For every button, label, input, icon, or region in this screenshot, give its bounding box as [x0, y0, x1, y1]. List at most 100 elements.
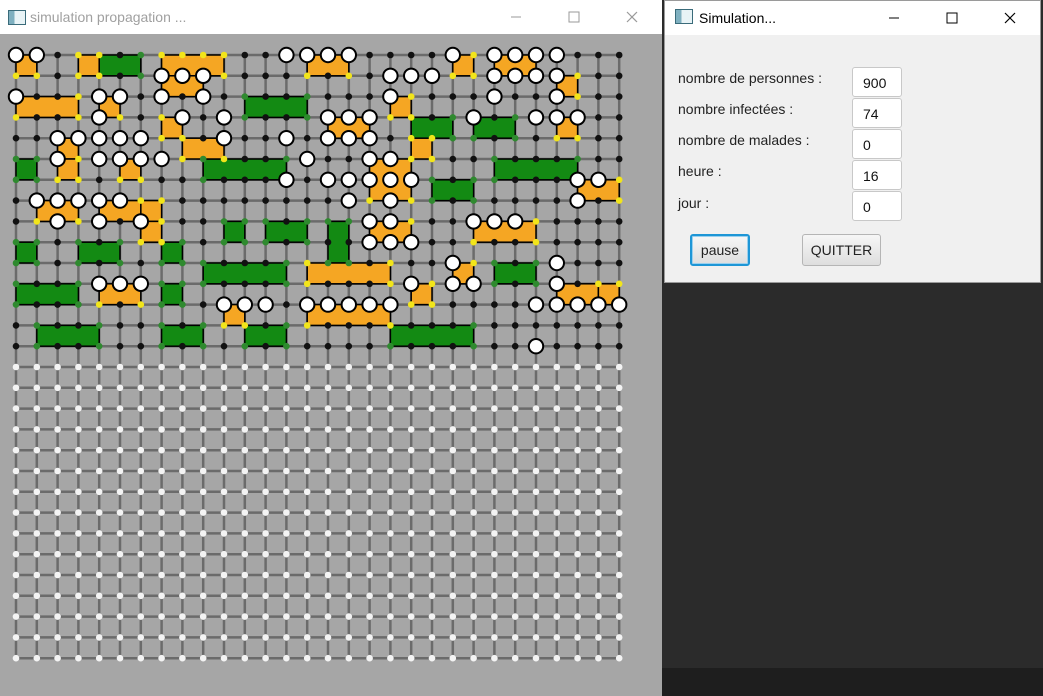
grid-node: [179, 176, 186, 184]
green-node: [199, 176, 207, 184]
field-nombre-infectees[interactable]: 74: [852, 98, 902, 128]
field-heure[interactable]: 16: [852, 160, 902, 190]
grid-node: [199, 426, 207, 433]
person-marker: [548, 109, 565, 126]
pause-button[interactable]: pause: [690, 234, 750, 266]
grid-node: [615, 550, 623, 558]
grid-node: [303, 363, 311, 371]
grid-node: [137, 613, 145, 620]
grid-node: [158, 613, 165, 620]
field-nombre-malades[interactable]: 0: [852, 129, 902, 159]
grid-node: [75, 342, 82, 350]
grid-node: [12, 509, 20, 516]
grid-node: [574, 467, 581, 475]
grid-node: [303, 342, 311, 350]
grid-node: [303, 446, 311, 454]
grid-node: [595, 488, 602, 496]
grid-node: [366, 363, 373, 371]
grid-node: [470, 613, 477, 620]
grid-node: [553, 592, 561, 600]
infected-node: [574, 72, 581, 80]
green-node: [283, 155, 290, 163]
minimize-icon[interactable]: [502, 6, 530, 28]
person-marker: [361, 171, 378, 189]
grid-node: [54, 634, 61, 641]
infected-zone: [410, 137, 433, 160]
grid-node: [574, 613, 581, 620]
grid-node: [262, 592, 269, 600]
grid-node: [33, 467, 41, 475]
person-marker: [319, 109, 337, 126]
grid-node: [262, 446, 269, 454]
grid-node: [220, 342, 228, 350]
grid-node: [303, 654, 311, 662]
infected-node: [574, 93, 581, 100]
infected-node: [95, 301, 103, 308]
label-nombre-personnes: nombre de personnes :: [678, 70, 822, 86]
grid-node: [179, 384, 186, 392]
green-node: [345, 259, 353, 267]
infected-node: [428, 134, 436, 142]
grid-node: [199, 363, 207, 371]
grid-node: [220, 259, 228, 267]
field-nombre-personnes[interactable]: 900: [852, 67, 902, 97]
person-marker: [382, 88, 399, 105]
grid-node: [511, 446, 519, 454]
maximize-icon[interactable]: [560, 6, 588, 28]
grid-node: [574, 530, 581, 537]
person-marker: [548, 88, 565, 105]
grid-node: [366, 592, 373, 600]
grid-node: [283, 654, 290, 662]
close-icon[interactable]: [618, 6, 646, 28]
grid-node: [366, 634, 373, 641]
grid-node: [33, 384, 41, 392]
grid-node: [511, 238, 519, 246]
person-marker: [195, 88, 212, 105]
grid-node: [553, 238, 561, 246]
person-marker: [486, 46, 503, 64]
grid-node: [470, 405, 477, 412]
grid-node: [511, 155, 519, 163]
grid-node: [158, 363, 165, 371]
simulation-titlebar[interactable]: simulation propagation ...: [0, 0, 662, 34]
person-marker: [527, 338, 545, 355]
grid-node: [158, 176, 165, 184]
grid-node: [12, 197, 20, 204]
person-marker: [319, 46, 337, 64]
grid-node: [95, 634, 103, 641]
grid-node: [615, 446, 623, 454]
grid-node: [12, 488, 20, 496]
grid-node: [491, 363, 498, 371]
safe-zone: [223, 220, 246, 243]
grid-node: [324, 342, 332, 350]
grid-node: [532, 592, 540, 600]
grid-node: [137, 571, 145, 579]
maximize-icon[interactable]: [938, 7, 966, 29]
grid-node: [199, 592, 207, 600]
control-titlebar[interactable]: Simulation...: [665, 1, 1040, 35]
grid-node: [553, 426, 561, 433]
quit-button[interactable]: QUITTER: [802, 234, 881, 266]
minimize-icon[interactable]: [880, 7, 908, 29]
grid-node: [179, 571, 186, 579]
grid-node: [179, 530, 186, 537]
grid-node: [387, 634, 394, 641]
field-jour[interactable]: 0: [852, 191, 902, 221]
green-node: [532, 259, 540, 267]
grid-node: [54, 592, 61, 600]
green-node: [116, 238, 124, 246]
infected-node: [137, 301, 145, 308]
grid-node: [241, 613, 249, 620]
close-icon[interactable]: [996, 7, 1024, 29]
grid-node: [387, 592, 394, 600]
grid-node: [137, 467, 145, 475]
grid-node: [158, 530, 165, 537]
green-node: [491, 259, 498, 267]
grid-node: [199, 446, 207, 454]
grid-node: [491, 134, 498, 142]
grid-node: [574, 634, 581, 641]
grid-node: [54, 72, 61, 80]
green-node: [511, 114, 519, 121]
grid-node: [199, 384, 207, 392]
green-node: [387, 342, 394, 350]
